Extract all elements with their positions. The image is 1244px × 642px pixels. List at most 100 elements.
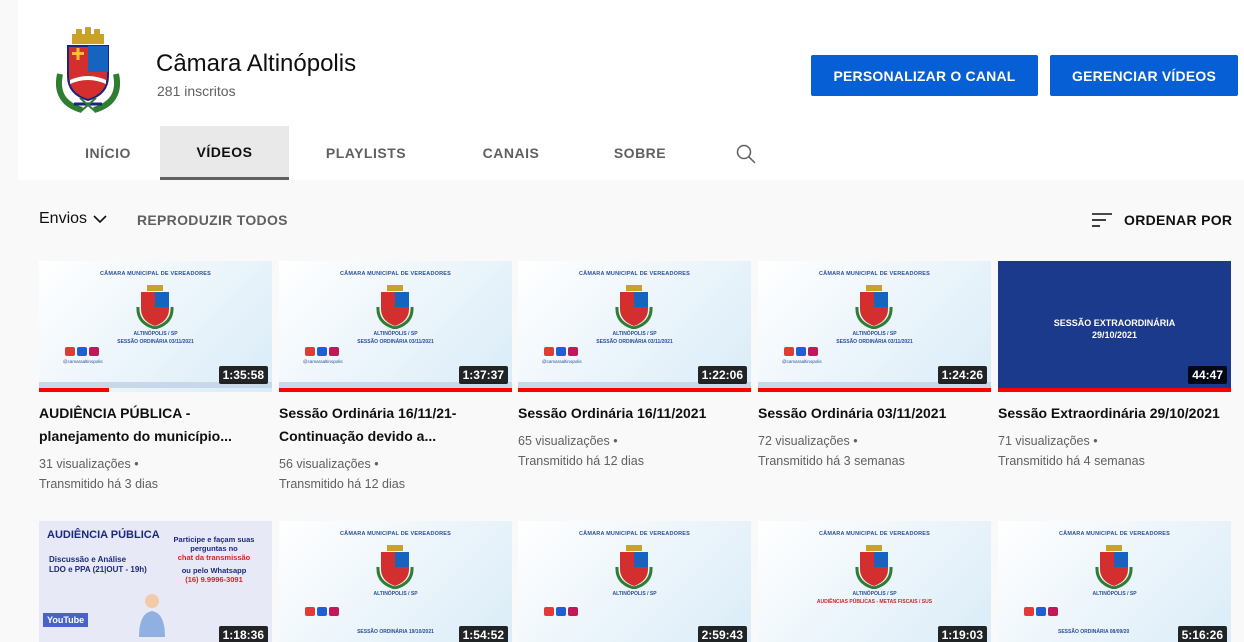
- instagram-icon: [329, 347, 339, 356]
- video-title[interactable]: Sessão Ordinária 16/11/2021: [518, 402, 751, 425]
- youtube-icon: [544, 607, 554, 616]
- channel-header: Câmara Altinópolis 281 inscritos PERSONA…: [18, 0, 1244, 180]
- play-all-button[interactable]: REPRODUZIR TODOS: [137, 212, 288, 228]
- channel-tabs: INÍCIO VÍDEOS PLAYLISTS CANAIS SOBRE: [18, 126, 778, 180]
- instagram-icon: [329, 607, 339, 616]
- video-card[interactable]: SESSÃO EXTRAORDINÁRIA 29/10/2021 44:47 S…: [998, 261, 1231, 471]
- thumb-handle-text: @camaraaltinopolis: [303, 359, 343, 364]
- tab-videos[interactable]: VÍDEOS: [160, 126, 289, 180]
- thumb-handle-text: @camaraaltinopolis: [542, 359, 582, 364]
- thumb-city-text: ALTINÓPOLIS / SP: [373, 331, 418, 337]
- tab-home[interactable]: INÍCIO: [60, 126, 156, 180]
- video-duration: 2:59:43: [697, 626, 747, 642]
- poster-title-text: AUDIÊNCIA PÚBLICA: [47, 529, 160, 541]
- facebook-icon: [77, 347, 87, 356]
- thumb-city-text: ALTINÓPOLIS / SP: [852, 331, 897, 337]
- video-thumbnail[interactable]: CÂMARA MUNICIPAL DE VEREADORES ALTINÓPOL…: [39, 261, 272, 392]
- thumb-city-text: ALTINÓPOLIS / SP: [373, 591, 418, 597]
- video-thumbnail[interactable]: CÂMARA MUNICIPAL DE VEREADORES ALTINÓPOL…: [518, 261, 751, 392]
- video-time: Transmitido há 12 dias: [518, 454, 644, 468]
- youtube-logo: YouTube: [43, 613, 89, 627]
- youtube-icon: [65, 347, 75, 356]
- video-meta: 56 visualizações • Transmitido há 12 dia…: [279, 454, 512, 494]
- customize-channel-button[interactable]: PERSONALIZAR O CANAL: [811, 55, 1038, 96]
- video-duration: 1:22:06: [697, 366, 747, 384]
- social-icons: [544, 607, 578, 616]
- video-card[interactable]: AUDIÊNCIA PÚBLICA Discussão e Análise LD…: [39, 521, 272, 642]
- thumb-header-text: CÂMARA MUNICIPAL DE VEREADORES: [339, 531, 451, 537]
- crest-image: [376, 545, 414, 589]
- thumb-city-text: ALTINÓPOLIS / SP: [612, 591, 657, 597]
- video-card[interactable]: CÂMARA MUNICIPAL DE VEREADORES ALTINÓPOL…: [518, 261, 751, 471]
- thumb-header-text: CÂMARA MUNICIPAL DE VEREADORES: [578, 271, 690, 277]
- facebook-icon: [796, 347, 806, 356]
- watch-progress-bar: [518, 388, 751, 392]
- sort-button[interactable]: ORDENAR POR: [1090, 210, 1232, 230]
- youtube-icon: [544, 347, 554, 356]
- crest-image: [376, 285, 414, 329]
- video-card[interactable]: CÂMARA MUNICIPAL DE VEREADORES ALTINÓPOL…: [758, 261, 991, 471]
- video-card[interactable]: CÂMARA MUNICIPAL DE VEREADORES ALTINÓPOL…: [279, 261, 512, 494]
- poster-subtitle: Discussão e Análise LDO e PPA (21|OUT - …: [49, 555, 147, 574]
- thumb-session-text: AUDIÊNCIAS PÚBLICAS - METAS FISCAIS / SU…: [816, 599, 933, 605]
- video-duration: 1:24:26: [937, 366, 987, 384]
- video-title[interactable]: Sessão Extraordinária 29/10/2021: [998, 402, 1231, 425]
- video-thumbnail[interactable]: CÂMARA MUNICIPAL DE VEREADORES ALTINÓPOL…: [998, 521, 1231, 642]
- video-duration: 1:54:52: [458, 626, 508, 642]
- crest-image: [855, 285, 893, 329]
- video-title[interactable]: Sessão Ordinária 03/11/2021: [758, 402, 991, 425]
- thumb-header-text: CÂMARA MUNICIPAL DE VEREADORES: [99, 271, 211, 277]
- video-card[interactable]: CÂMARA MUNICIPAL DE VEREADORES ALTINÓPOL…: [39, 261, 272, 494]
- video-meta: 71 visualizações • Transmitido há 4 sema…: [998, 431, 1231, 471]
- youtube-icon: [1024, 607, 1034, 616]
- video-thumbnail[interactable]: SESSÃO EXTRAORDINÁRIA 29/10/2021 44:47: [998, 261, 1231, 392]
- youtube-icon: [305, 347, 315, 356]
- video-thumbnail[interactable]: CÂMARA MUNICIPAL DE VEREADORES ALTINÓPOL…: [758, 521, 991, 642]
- video-thumbnail[interactable]: CÂMARA MUNICIPAL DE VEREADORES ALTINÓPOL…: [518, 521, 751, 642]
- facebook-icon: [317, 347, 327, 356]
- video-meta: 65 visualizações • Transmitido há 12 dia…: [518, 431, 751, 471]
- thumb-session-text: SESSÃO ORDINÁRIA 03/11/2021: [357, 339, 434, 345]
- video-card[interactable]: CÂMARA MUNICIPAL DE VEREADORES ALTINÓPOL…: [279, 521, 512, 642]
- channel-crest-avatar[interactable]: [46, 24, 130, 114]
- video-meta: 31 visualizações • Transmitido há 3 dias: [39, 454, 272, 494]
- video-thumbnail[interactable]: CÂMARA MUNICIPAL DE VEREADORES ALTINÓPOL…: [279, 521, 512, 642]
- video-card[interactable]: CÂMARA MUNICIPAL DE VEREADORES ALTINÓPOL…: [518, 521, 751, 642]
- thumb-header-text: CÂMARA MUNICIPAL DE VEREADORES: [818, 271, 930, 277]
- tab-playlists[interactable]: PLAYLISTS: [308, 126, 424, 180]
- search-icon[interactable]: [734, 142, 758, 166]
- manage-videos-button[interactable]: GERENCIAR VÍDEOS: [1050, 55, 1238, 96]
- tab-channels[interactable]: CANAIS: [466, 126, 556, 180]
- video-thumbnail[interactable]: CÂMARA MUNICIPAL DE VEREADORES ALTINÓPOL…: [279, 261, 512, 392]
- video-thumbnail[interactable]: CÂMARA MUNICIPAL DE VEREADORES ALTINÓPOL…: [758, 261, 991, 392]
- social-icons: [305, 607, 339, 616]
- thumb-title-text: SESSÃO EXTRAORDINÁRIA 29/10/2021: [1053, 318, 1176, 340]
- watch-progress-bar: [39, 388, 109, 392]
- tab-about[interactable]: SOBRE: [598, 126, 682, 180]
- video-title[interactable]: Sessão Ordinária 16/11/21- Continuação d…: [279, 402, 512, 448]
- video-card[interactable]: CÂMARA MUNICIPAL DE VEREADORES ALTINÓPOL…: [998, 521, 1231, 642]
- video-card[interactable]: CÂMARA MUNICIPAL DE VEREADORES ALTINÓPOL…: [758, 521, 991, 642]
- sort-icon: [1092, 213, 1112, 227]
- facebook-icon: [1036, 607, 1046, 616]
- instagram-icon: [89, 347, 99, 356]
- videos-toolbar: Envios REPRODUZIR TODOS ORDENAR POR: [0, 180, 1244, 258]
- subscriber-count: 281 inscritos: [157, 83, 236, 99]
- video-meta: 72 visualizações • Transmitido há 3 sema…: [758, 431, 991, 471]
- watch-progress-bar: [758, 388, 991, 392]
- channel-name: Câmara Altinópolis: [156, 50, 357, 77]
- thumb-session-text: SESSÃO ORDINÁRIA 03/11/2021: [596, 339, 673, 345]
- crest-image: [136, 285, 174, 329]
- thumb-handle-text: @camaraaltinopolis: [782, 359, 822, 364]
- social-icons: [544, 347, 578, 356]
- thumb-city-text: ALTINÓPOLIS / SP: [852, 591, 897, 597]
- video-duration: 1:35:58: [218, 366, 268, 384]
- video-title[interactable]: AUDIÊNCIA PÚBLICA - planejamento do muni…: [39, 402, 272, 448]
- video-duration: 1:19:03: [937, 626, 987, 642]
- facebook-icon: [556, 607, 566, 616]
- thumb-city-text: ALTINÓPOLIS / SP: [133, 331, 178, 337]
- video-views: 31 visualizações •: [39, 457, 139, 471]
- uploads-dropdown[interactable]: Envios: [39, 210, 107, 228]
- video-time: Transmitido há 12 dias: [279, 477, 405, 491]
- video-thumbnail[interactable]: AUDIÊNCIA PÚBLICA Discussão e Análise LD…: [39, 521, 272, 642]
